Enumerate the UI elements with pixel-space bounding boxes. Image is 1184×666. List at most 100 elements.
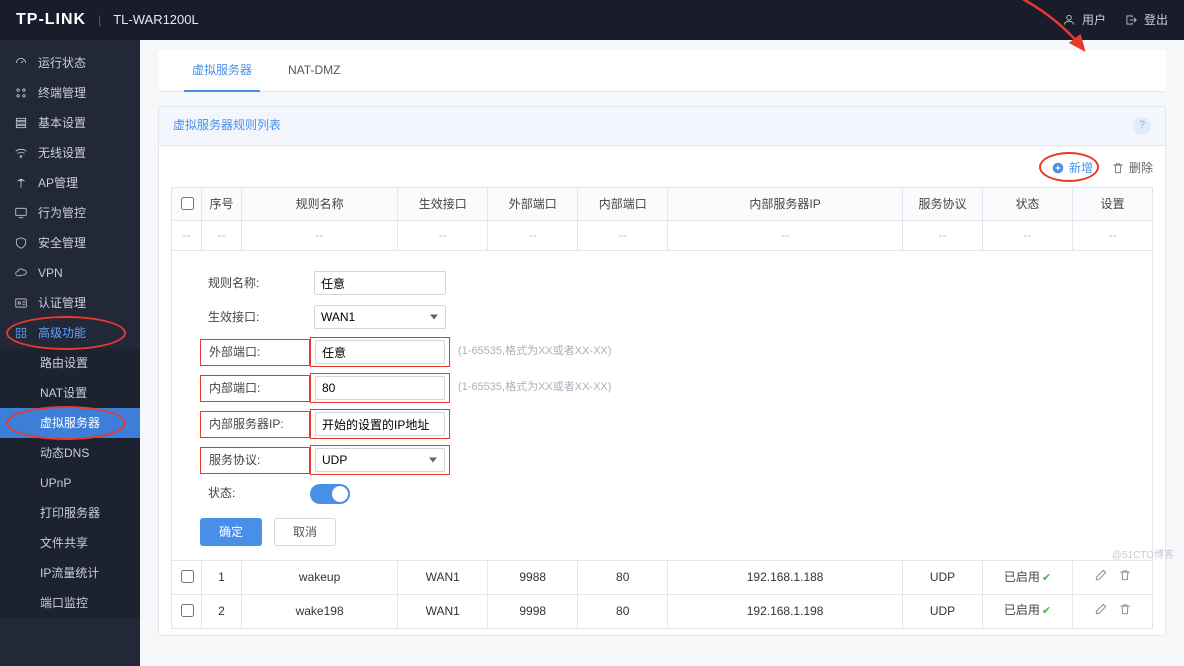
form-proto-label: 服务协议: bbox=[200, 447, 310, 474]
sidebar-sub-fileshare[interactable]: 文件共享 bbox=[0, 528, 140, 558]
row-int: 80 bbox=[578, 560, 668, 594]
sidebar-sub-label: 文件共享 bbox=[40, 535, 88, 552]
logout-icon bbox=[1124, 13, 1138, 27]
id-icon bbox=[14, 296, 28, 310]
trash-icon[interactable] bbox=[1118, 602, 1132, 616]
form-ip-input[interactable] bbox=[315, 412, 445, 436]
sidebar-item-terminal[interactable]: 终端管理 bbox=[0, 78, 140, 108]
col-state: 状态 bbox=[983, 187, 1073, 221]
logout-button[interactable]: 登出 bbox=[1124, 12, 1168, 29]
table-row: 2 wake198 WAN1 9998 80 192.168.1.198 UDP… bbox=[172, 594, 1153, 628]
form-state-toggle[interactable] bbox=[310, 484, 350, 504]
tab-nat-dmz[interactable]: NAT-DMZ bbox=[270, 50, 358, 91]
sidebar-sub-label: 虚拟服务器 bbox=[40, 415, 100, 432]
sidebar-sub-route[interactable]: 路由设置 bbox=[0, 348, 140, 378]
delete-button[interactable]: 删除 bbox=[1111, 160, 1153, 177]
form-iface-select[interactable]: WAN1 bbox=[314, 305, 446, 329]
empty-cell: -- bbox=[242, 221, 398, 251]
form-name-label: 规则名称: bbox=[200, 271, 310, 296]
sidebar-item-label: 无线设置 bbox=[38, 145, 86, 162]
sidebar-item-wireless[interactable]: 无线设置 bbox=[0, 138, 140, 168]
sidebar-item-vpn[interactable]: VPN bbox=[0, 258, 140, 288]
sidebar-sub-label: IP流量统计 bbox=[40, 565, 99, 582]
sidebar-item-behavior[interactable]: 行为管控 bbox=[0, 198, 140, 228]
form-proto-select[interactable]: UDP bbox=[315, 448, 445, 472]
row-ip: 192.168.1.188 bbox=[668, 560, 903, 594]
sidebar-item-label: 高级功能 bbox=[38, 325, 86, 342]
sidebar-sub-label: 打印服务器 bbox=[40, 505, 100, 522]
sidebar-sub-print[interactable]: 打印服务器 bbox=[0, 498, 140, 528]
form-int-hint: (1-65535,格式为XX或者XX-XX) bbox=[458, 380, 611, 395]
tab-virtual-server[interactable]: 虚拟服务器 bbox=[174, 50, 270, 91]
table-form-row: 规则名称: 生效接口: WAN1 外部端口: bbox=[172, 251, 1153, 561]
row-iface: WAN1 bbox=[398, 560, 488, 594]
brand-separator: | bbox=[98, 12, 101, 29]
sidebar: 运行状态 终端管理 基本设置 无线设置 AP管理 行为管控 安全管理 VPN bbox=[0, 40, 140, 666]
rule-form: 规则名称: 生效接口: WAN1 外部端口: bbox=[172, 251, 1152, 560]
add-label: 新增 bbox=[1069, 160, 1093, 177]
edit-icon[interactable] bbox=[1094, 568, 1108, 582]
grid-icon bbox=[14, 326, 28, 340]
sidebar-item-label: 行为管控 bbox=[38, 205, 86, 222]
row-ext: 9998 bbox=[488, 594, 578, 628]
sidebar-item-auth[interactable]: 认证管理 bbox=[0, 288, 140, 318]
col-ext: 外部端口 bbox=[488, 187, 578, 221]
empty-cell: -- bbox=[983, 221, 1073, 251]
col-iface: 生效接口 bbox=[398, 187, 488, 221]
help-icon[interactable]: ? bbox=[1133, 117, 1151, 135]
form-int-input[interactable] bbox=[315, 376, 445, 400]
edit-icon[interactable] bbox=[1094, 602, 1108, 616]
table-header-row: 序号 规则名称 生效接口 外部端口 内部端口 内部服务器IP 服务协议 状态 设… bbox=[172, 187, 1153, 221]
sidebar-sub-ddns[interactable]: 动态DNS bbox=[0, 438, 140, 468]
form-ext-hint: (1-65535,格式为XX或者XX-XX) bbox=[458, 344, 611, 359]
select-all-checkbox[interactable] bbox=[181, 197, 194, 210]
sidebar-sub-portmon[interactable]: 端口监控 bbox=[0, 588, 140, 618]
wifi-icon bbox=[14, 146, 28, 160]
form-cancel-button[interactable]: 取消 bbox=[274, 518, 336, 546]
row-checkbox[interactable] bbox=[181, 570, 194, 583]
sidebar-sub-virtual-server[interactable]: 虚拟服务器 bbox=[0, 408, 140, 438]
sidebar-item-ap[interactable]: AP管理 bbox=[0, 168, 140, 198]
table-empty-row: -- -- -- -- -- -- -- -- -- -- bbox=[172, 221, 1153, 251]
user-icon bbox=[1062, 13, 1076, 27]
sidebar-sub-nat[interactable]: NAT设置 bbox=[0, 378, 140, 408]
plus-circle-icon bbox=[1051, 161, 1065, 175]
row-proto: UDP bbox=[903, 594, 983, 628]
antenna-icon bbox=[14, 176, 28, 190]
form-int-label: 内部端口: bbox=[200, 375, 310, 402]
form-ok-button[interactable]: 确定 bbox=[200, 518, 262, 546]
rules-panel: 虚拟服务器规则列表 ? 新增 删除 bbox=[158, 106, 1166, 636]
row-state: 已启用 bbox=[1004, 570, 1040, 584]
empty-cell: -- bbox=[202, 221, 242, 251]
sidebar-sub-label: UPnP bbox=[40, 475, 71, 492]
trash-icon[interactable] bbox=[1118, 568, 1132, 582]
row-checkbox[interactable] bbox=[181, 604, 194, 617]
sidebar-item-status[interactable]: 运行状态 bbox=[0, 48, 140, 78]
empty-cell: -- bbox=[903, 221, 983, 251]
row-name: wakeup bbox=[242, 560, 398, 594]
topbar: TP-LINK | TL-WAR1200L 用户 登出 bbox=[0, 0, 1184, 40]
sidebar-sub-label: NAT设置 bbox=[40, 385, 87, 402]
sidebar-sub-ipstats[interactable]: IP流量统计 bbox=[0, 558, 140, 588]
row-iface: WAN1 bbox=[398, 594, 488, 628]
sidebar-item-advanced[interactable]: 高级功能 bbox=[0, 318, 140, 348]
row-state: 已启用 bbox=[1004, 603, 1040, 617]
delete-label: 删除 bbox=[1129, 160, 1153, 177]
empty-cell: -- bbox=[172, 221, 202, 251]
form-ext-input[interactable] bbox=[315, 340, 445, 364]
tabs-bar: 虚拟服务器 NAT-DMZ bbox=[158, 50, 1166, 92]
panel-title: 虚拟服务器规则列表 bbox=[173, 117, 281, 134]
sidebar-item-basic[interactable]: 基本设置 bbox=[0, 108, 140, 138]
shield-icon bbox=[14, 236, 28, 250]
sidebar-sub-upnp[interactable]: UPnP bbox=[0, 468, 140, 498]
check-circle-icon: ✔ bbox=[1042, 572, 1051, 584]
row-int: 80 bbox=[578, 594, 668, 628]
user-label: 用户 bbox=[1082, 12, 1106, 29]
form-name-input[interactable] bbox=[314, 271, 446, 295]
brand-logo: TP-LINK bbox=[16, 9, 86, 31]
terminal-icon bbox=[14, 86, 28, 100]
add-button[interactable]: 新增 bbox=[1051, 160, 1093, 177]
user-menu[interactable]: 用户 bbox=[1062, 12, 1106, 29]
sidebar-item-label: 终端管理 bbox=[38, 85, 86, 102]
sidebar-item-security[interactable]: 安全管理 bbox=[0, 228, 140, 258]
